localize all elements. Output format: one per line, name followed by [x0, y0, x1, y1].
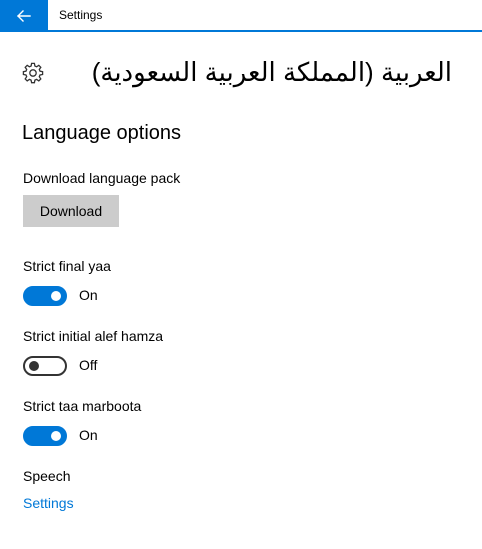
download-button[interactable]: Download [23, 195, 119, 227]
download-label: Download language pack [23, 170, 181, 186]
speech-settings-link[interactable]: Settings [23, 495, 74, 511]
toggle-state-text: Off [79, 357, 98, 373]
toggle-label-strict-initial-alef-hamza: Strict initial alef hamza [23, 328, 164, 344]
toggle-switch-strict-initial-alef-hamza[interactable] [23, 356, 67, 376]
page-header: العربية (المملكة العربية السعودية) [22, 56, 462, 90]
gear-icon [22, 62, 44, 84]
toggle-row-strict-taa-marboota: On [23, 426, 223, 446]
title-bar: Settings [0, 0, 482, 32]
toggle-label-strict-final-yaa: Strict final yaa [23, 258, 111, 274]
toggle-row-strict-final-yaa: On [23, 286, 223, 306]
toggle-state-text: On [79, 287, 98, 303]
speech-label: Speech [23, 468, 71, 484]
section-title: Language options [22, 122, 182, 144]
toggle-state-text: On [79, 427, 98, 443]
back-arrow-icon [17, 10, 31, 22]
toggle-knob [29, 361, 39, 371]
back-button[interactable] [0, 0, 48, 32]
toggle-switch-strict-taa-marboota[interactable] [23, 426, 67, 446]
toggle-switch-strict-final-yaa[interactable] [23, 286, 67, 306]
page-title: العربية (المملكة العربية السعودية) [91, 57, 452, 87]
toggle-knob [51, 291, 61, 301]
toggle-knob [51, 431, 61, 441]
toggle-label-strict-taa-marboota: Strict taa marboota [23, 398, 142, 414]
window-title: Settings [59, 8, 103, 22]
toggle-row-strict-initial-alef-hamza: Off [23, 356, 223, 376]
